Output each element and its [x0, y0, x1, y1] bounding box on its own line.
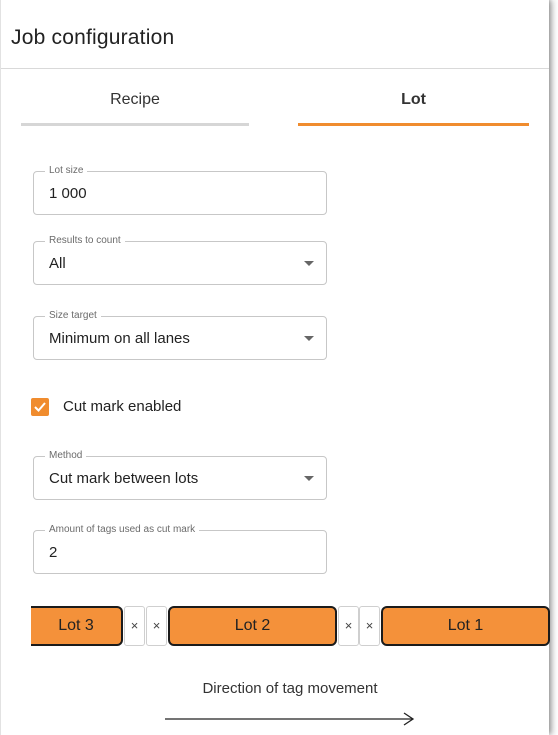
tab-recipe[interactable]: Recipe — [21, 88, 249, 128]
cut-mark-tag: × — [124, 606, 145, 646]
amount-tags-label: Amount of tags used as cut mark — [45, 524, 200, 536]
tab-recipe-indicator — [21, 123, 249, 126]
checkmark-icon — [34, 402, 46, 412]
title-divider — [1, 68, 549, 69]
chevron-down-icon — [304, 476, 314, 481]
tab-recipe-label: Recipe — [110, 91, 160, 108]
results-to-count-value: All — [49, 255, 66, 272]
tab-lot-indicator — [298, 123, 529, 126]
size-target-value: Minimum on all lanes — [49, 330, 190, 347]
cut-mark-tag: × — [338, 606, 359, 646]
lot-1-block: Lot 1 — [381, 606, 550, 646]
tab-lot-label: Lot — [401, 91, 426, 108]
window-title: Job configuration — [11, 26, 175, 49]
amount-tags-field[interactable]: Amount of tags used as cut mark 2 — [33, 524, 327, 574]
amount-tags-value: 2 — [49, 544, 58, 561]
cut-mark-tag: × — [359, 606, 380, 646]
job-configuration-window: Job configuration Recipe Lot Lot size 1 … — [0, 0, 550, 735]
size-target-label: Size target — [45, 310, 101, 322]
lot-3-block: Lot 3 — [31, 606, 123, 646]
results-to-count-select[interactable]: Results to count All — [33, 235, 327, 285]
chevron-down-icon — [304, 261, 314, 266]
lot-size-label: Lot size — [45, 165, 88, 177]
chevron-down-icon — [304, 336, 314, 341]
size-target-select[interactable]: Size target Minimum on all lanes — [33, 310, 327, 360]
cut-mark-tag: × — [146, 606, 167, 646]
lot-size-value: 1 000 — [49, 185, 87, 202]
cut-mark-label: Cut mark enabled — [63, 398, 182, 415]
tab-lot[interactable]: Lot — [298, 88, 529, 128]
method-select[interactable]: Method Cut mark between lots — [33, 450, 327, 500]
method-value: Cut mark between lots — [49, 470, 199, 487]
lot-2-block: Lot 2 — [168, 606, 337, 646]
arrow-right-icon — [165, 712, 415, 726]
lot-size-field[interactable]: Lot size 1 000 — [33, 165, 327, 215]
direction-label: Direction of tag movement — [202, 680, 378, 697]
method-label: Method — [45, 450, 87, 462]
results-to-count-label: Results to count — [45, 235, 125, 247]
cut-mark-checkbox[interactable] — [31, 398, 49, 416]
